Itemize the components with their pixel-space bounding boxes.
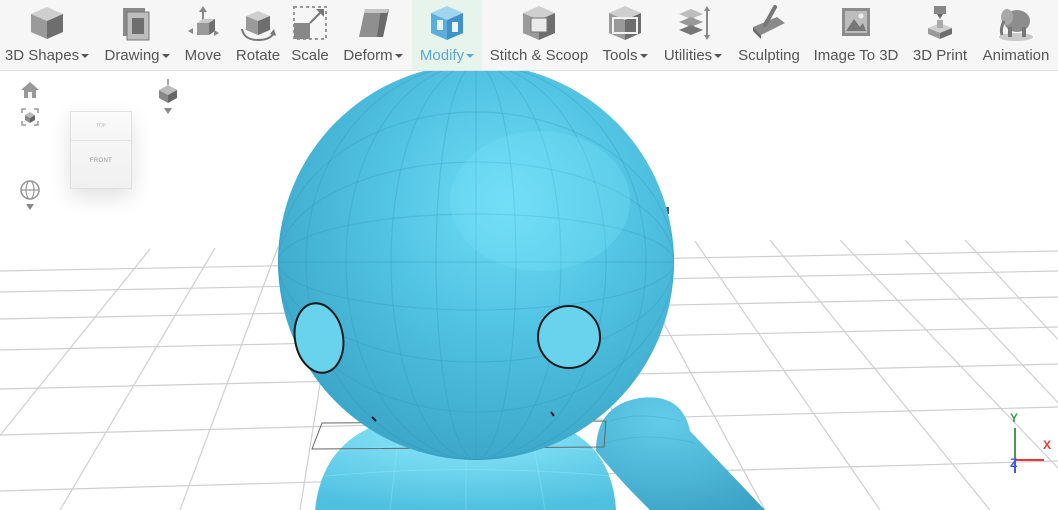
chevron-down-icon	[394, 54, 403, 59]
axis-label-x: X	[1043, 438, 1052, 452]
toolbar-label: 3D Shapes	[4, 47, 80, 64]
perspective-icon[interactable]	[155, 78, 181, 104]
toolbar-animation[interactable]: Animation	[977, 0, 1055, 70]
toolbar-label: Stitch & Scoop	[489, 47, 589, 64]
scale-icon	[293, 6, 327, 40]
3d-viewport[interactable]: TOP FRONT Y X Z	[0, 71, 1058, 510]
chevron-down-icon[interactable]	[164, 108, 172, 114]
rotate-icon	[241, 11, 276, 42]
app-window: 3D Shapes Drawing Move Rotate Scale Defo…	[0, 0, 1058, 510]
toolbar-label: Modify	[419, 47, 465, 64]
deform-icon	[359, 9, 389, 37]
cube-icon	[31, 7, 63, 39]
toolbar-scale[interactable]: Scale	[290, 0, 330, 70]
chevron-down-icon[interactable]	[26, 204, 34, 210]
axis-label-y: Y	[1010, 411, 1019, 425]
animation-icon	[999, 9, 1033, 41]
view-cube-front[interactable]: FRONT	[71, 158, 131, 164]
stitch-scoop-icon	[523, 6, 555, 40]
right-eye[interactable]	[537, 305, 601, 369]
toolbar-3d-shapes[interactable]: 3D Shapes	[3, 0, 91, 70]
toolbar-label: 3D Print	[912, 47, 968, 64]
toolbar-image-to-3d[interactable]: Image To 3D	[810, 0, 902, 70]
sculpting-icon	[753, 5, 785, 39]
chevron-down-icon	[81, 54, 90, 59]
toolbar-drawing[interactable]: Drawing	[101, 0, 173, 70]
chevron-down-icon	[639, 54, 648, 59]
toolbar-label: Drawing	[104, 47, 160, 64]
scene-canvas[interactable]	[0, 71, 1058, 510]
modify-icon	[431, 6, 463, 40]
toolbar-label: Rotate	[235, 47, 281, 64]
image-to-3d-icon	[842, 8, 870, 36]
toolbar-utilities[interactable]: Utilities	[658, 0, 728, 70]
move-icon	[188, 6, 219, 36]
model-arm[interactable]	[596, 397, 765, 510]
axis-label-z: Z	[1010, 456, 1018, 470]
toolbar-tools[interactable]: Tools	[598, 0, 652, 70]
home-icon[interactable]	[20, 80, 40, 100]
drawing-icon	[123, 8, 150, 41]
view-cube-top[interactable]: TOP	[71, 112, 131, 141]
toolbar-label: Scale	[291, 47, 329, 64]
chevron-down-icon	[466, 54, 475, 59]
tools-icon	[609, 6, 641, 40]
3d-print-icon	[928, 6, 952, 39]
view-cube[interactable]: TOP FRONT	[70, 111, 132, 189]
toolbar-label: Image To 3D	[813, 47, 899, 64]
toolbar-label: Deform	[343, 47, 393, 64]
toolbar-rotate[interactable]: Rotate	[232, 0, 284, 70]
toolbar-sculpting[interactable]: Sculpting	[734, 0, 804, 70]
toolbar-deform[interactable]: Deform	[339, 0, 407, 70]
utilities-icon	[679, 6, 710, 40]
chevron-down-icon	[161, 54, 170, 59]
toolbar-move[interactable]: Move	[180, 0, 226, 70]
fit-view-icon[interactable]	[20, 107, 40, 127]
model-head[interactable]	[278, 71, 674, 460]
toolbar-3d-print[interactable]: 3D Print	[909, 0, 971, 70]
toolbar-label: Tools	[602, 47, 638, 64]
toolbar-label: Sculpting	[738, 47, 800, 64]
axis-gizmo	[1014, 428, 1044, 473]
toolbar-modify[interactable]: Modify	[412, 0, 482, 70]
toolbar-label: Utilities	[663, 47, 713, 64]
chevron-down-icon	[714, 54, 723, 59]
orbit-icon[interactable]	[19, 179, 41, 201]
toolbar-label: Animation	[982, 47, 1050, 64]
main-toolbar: 3D Shapes Drawing Move Rotate Scale Defo…	[0, 0, 1058, 71]
toolbar-label: Move	[184, 47, 222, 64]
toolbar-stitch-scoop[interactable]: Stitch & Scoop	[487, 0, 591, 70]
